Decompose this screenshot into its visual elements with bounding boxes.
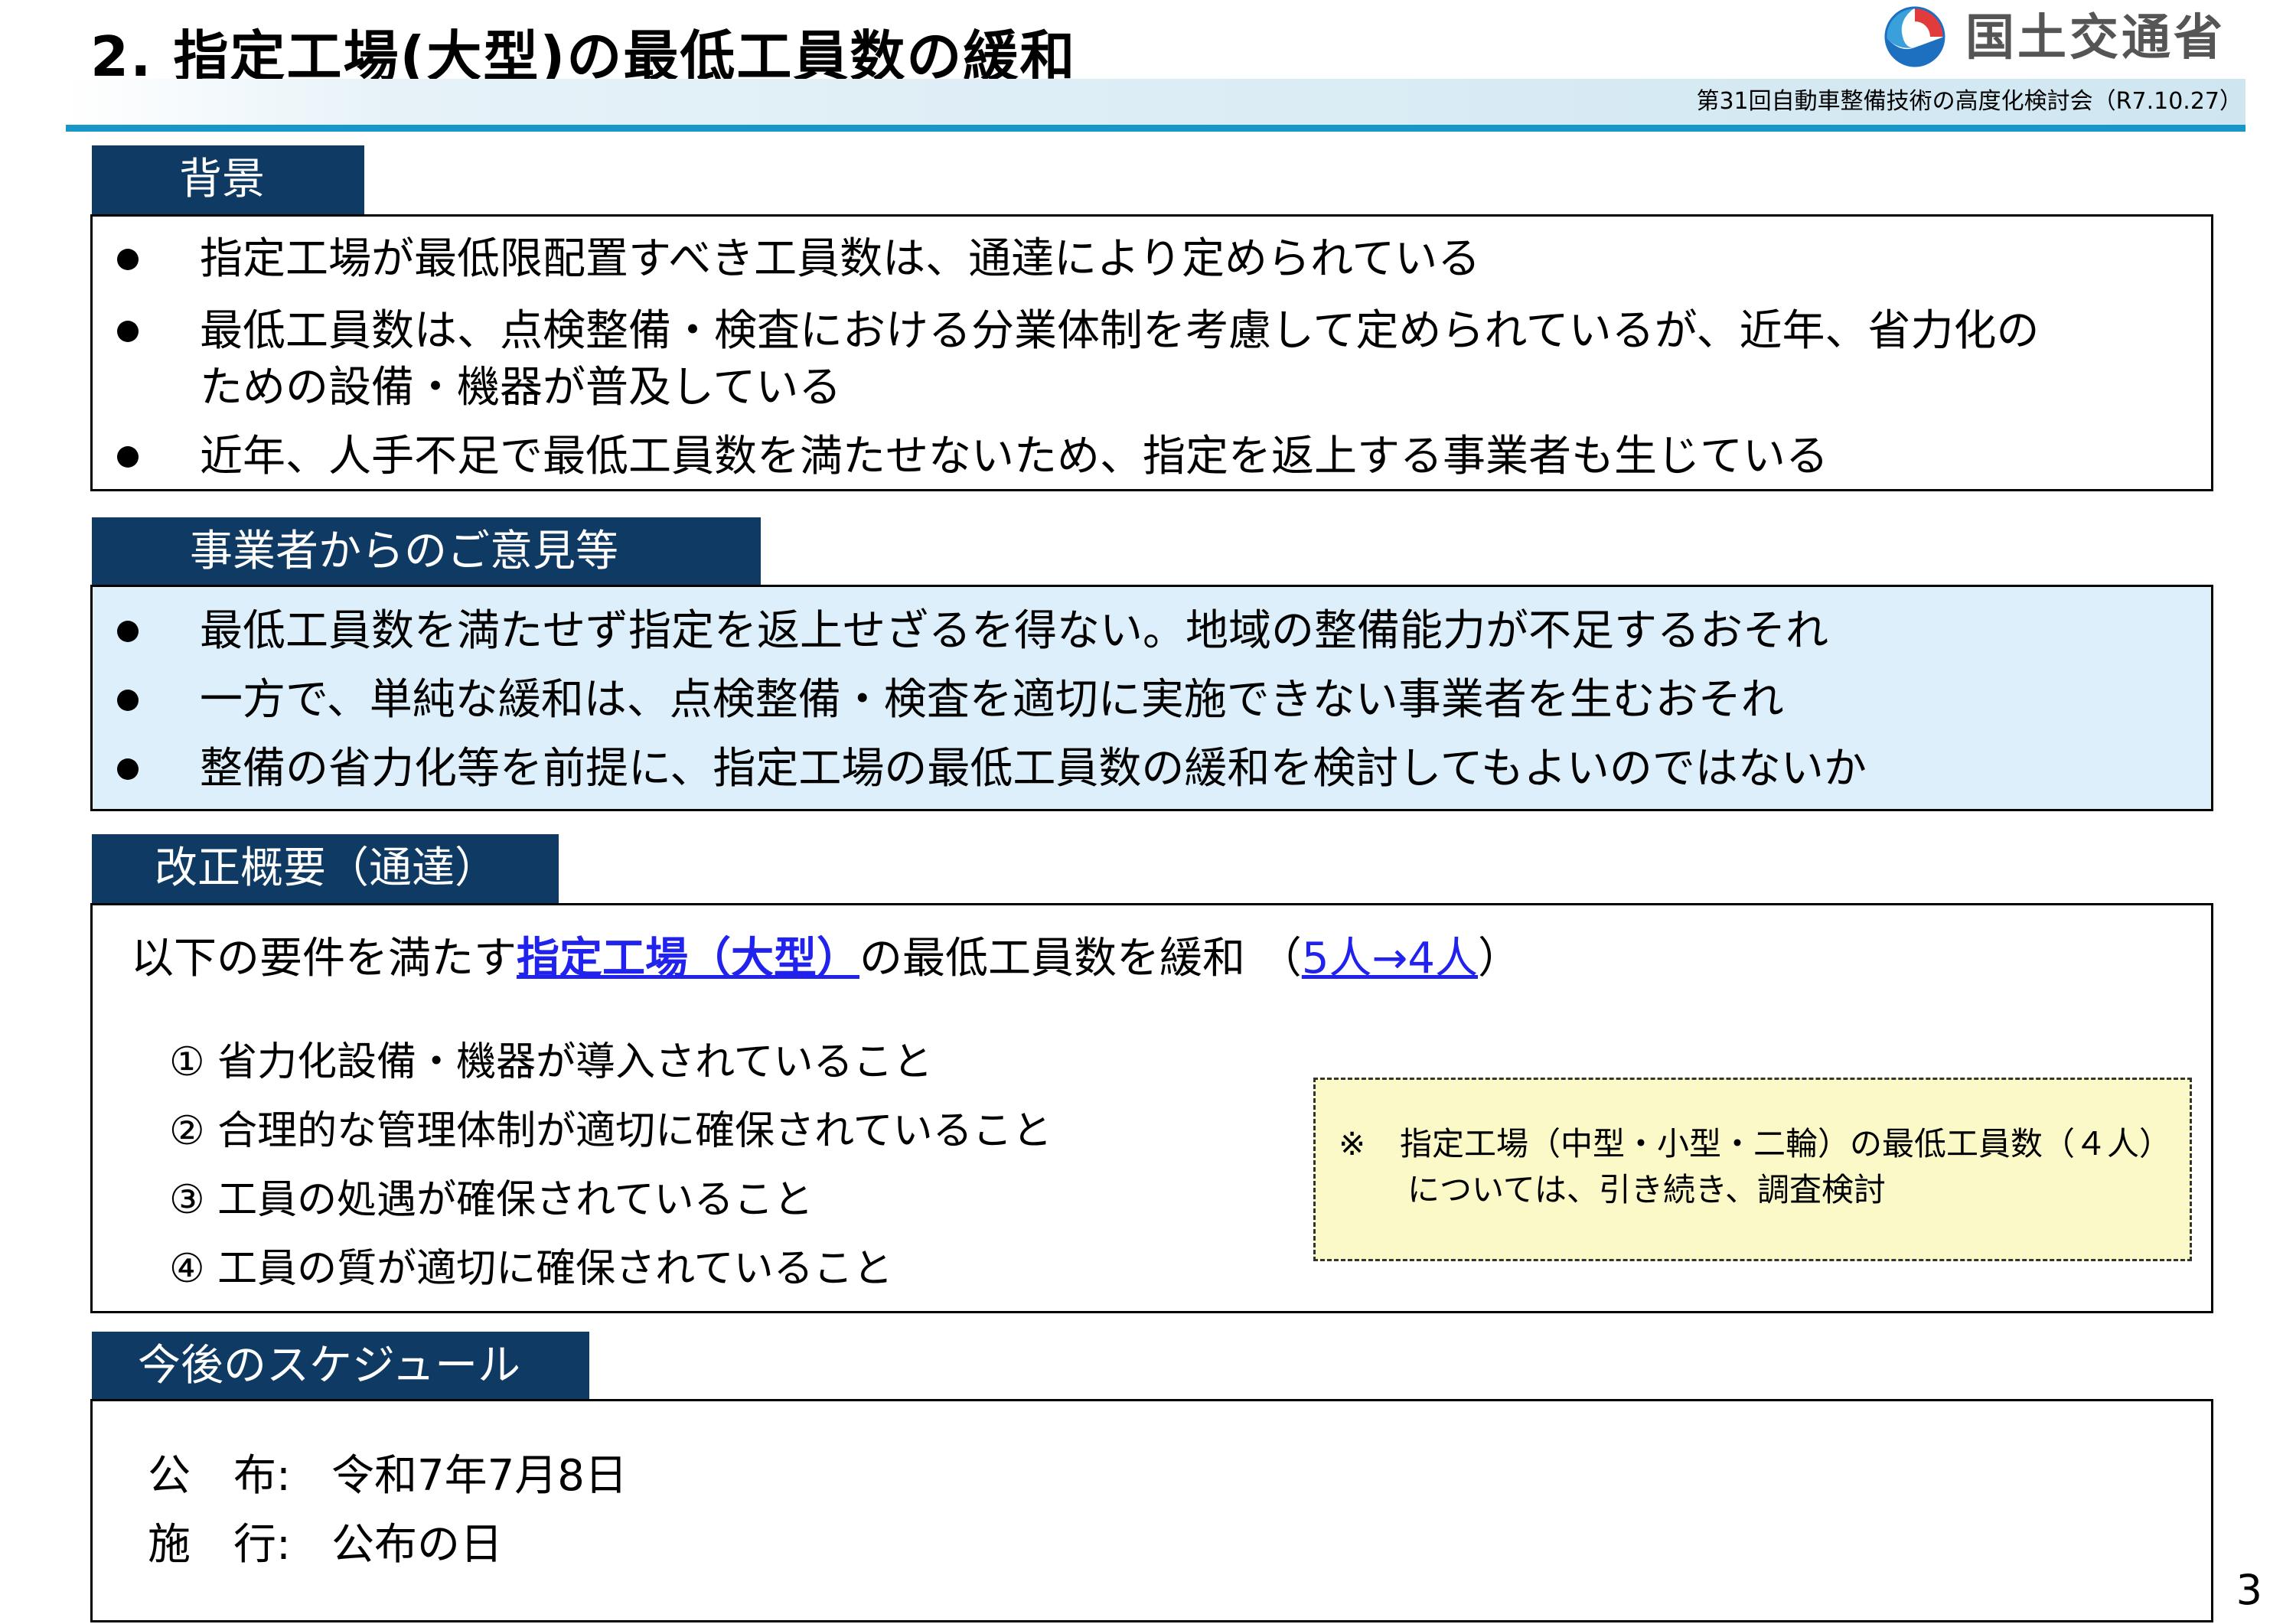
note-line: については、引き続き、調査検討: [1407, 1171, 1886, 1208]
list-item: 最低工員数を満たせず指定を返上せざるを得ない。地域の整備能力が不足するおそれ: [93, 604, 2211, 659]
promulgation-label: 公 布:: [148, 1451, 291, 1501]
schedule-heading: 今後のスケジュール: [92, 1332, 589, 1401]
promulgation-date: 令和7年7月8日: [331, 1451, 628, 1501]
mlit-logo: 国土交通省: [1883, 5, 2250, 73]
bullet-icon: [117, 446, 139, 468]
background-box: 指定工場が最低限配置すべき工員数は、通達により定められている 最低工員数は、点検…: [90, 214, 2213, 491]
list-item: 一方で、単純な緩和は、点検整備・検査を適切に実施できない事業者を生むおそれ: [93, 673, 2211, 728]
schedule-box: 公 布: 令和7年7月8日 施 行: 公布の日: [90, 1399, 2213, 1622]
list-item: 整備の省力化等を前提に、指定工場の最低工員数の緩和を検討してもよいのではないか: [93, 742, 2211, 797]
staff-change-link[interactable]: 5人→4人: [1302, 934, 1478, 983]
requirement-item: ③ 工員の処遇が確保されていること: [169, 1177, 814, 1223]
enforcement-label: 施 行:: [148, 1520, 291, 1570]
revision-lead: 以下の要件を満たす指定工場（大型）の最低工員数を緩和 （5人→4人）: [131, 934, 1521, 983]
header-divider: [66, 125, 2245, 132]
bullet-icon: [117, 321, 139, 342]
bullet-icon: [117, 249, 139, 270]
enforcement-date: 公布の日: [331, 1520, 503, 1570]
page-number: 3: [2236, 1566, 2262, 1614]
logo-text: 国土交通省: [1965, 10, 2226, 67]
background-heading: 背景: [92, 145, 364, 214]
list-item: 近年、人手不足で最低工員数を満たせないため、指定を返上する事業者も生じている: [93, 429, 2211, 484]
designated-factory-link[interactable]: 指定工場（大型）: [517, 934, 859, 983]
bullet-icon: [117, 621, 139, 642]
revision-heading: 改正概要（通達）: [92, 834, 559, 903]
requirement-item: ② 合理的な管理体制が適切に確保されていること: [169, 1108, 1052, 1154]
list-item: 指定工場が最低限配置すべき工員数は、通達により定められている: [93, 232, 2211, 287]
meeting-label: 第31回自動車整備技術の高度化検討会（R7.10.27）: [1696, 88, 2242, 115]
note-line: 指定工場（中型・小型・二輪）の最低工員数（４人）: [1400, 1125, 2172, 1163]
mlit-logo-icon: [1884, 6, 1945, 67]
opinions-heading: 事業者からのご意見等: [92, 517, 761, 586]
bullet-icon: [117, 690, 139, 711]
note-box: ※ 指定工場（中型・小型・二輪）の最低工員数（４人） については、引き続き、調査…: [1313, 1078, 2192, 1261]
list-item: 最低工員数は、点検整備・検査における分業体制を考慮して定められているが、近年、省…: [93, 304, 2211, 419]
opinions-box: 最低工員数を満たせず指定を返上せざるを得ない。地域の整備能力が不足するおそれ 一…: [90, 585, 2213, 811]
note-mark: ※: [1339, 1125, 1366, 1163]
requirement-item: ④ 工員の質が適切に確保されていること: [169, 1246, 893, 1292]
requirement-item: ① 省力化設備・機器が導入されていること: [169, 1039, 933, 1085]
bullet-icon: [117, 758, 139, 780]
